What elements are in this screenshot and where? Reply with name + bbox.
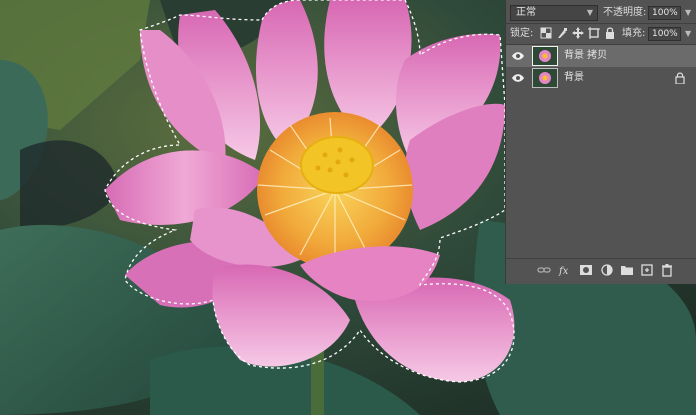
blend-opacity-row: 正常 ▼ 不透明度: 100% ▼ (506, 4, 696, 22)
layer-mask-icon[interactable] (579, 263, 593, 277)
layer-name: 背景 拷贝 (564, 50, 608, 61)
visibility-eye-icon[interactable] (512, 73, 524, 83)
fill-label: 填充: (622, 28, 646, 39)
layer-thumbnail (532, 46, 558, 66)
opacity-label: 不透明度: (603, 7, 647, 18)
lock-position-icon[interactable] (572, 27, 584, 39)
layer-lock-icon[interactable] (675, 72, 685, 84)
blend-mode-dropdown[interactable]: 正常 ▼ (510, 5, 598, 21)
opacity-input[interactable]: 100% (648, 6, 681, 20)
layers-panel-footer: fx (506, 258, 696, 281)
fill-dropdown-icon[interactable]: ▼ (685, 25, 691, 43)
layers-panel: 正常 ▼ 不透明度: 100% ▼ 锁定: 填充: 100% ▼ 背景 拷贝 背… (505, 0, 696, 284)
seed-pod (300, 136, 374, 194)
layer-row-background[interactable]: 背景 (506, 67, 696, 89)
divider (506, 23, 696, 24)
lock-transparent-pixels-icon[interactable] (540, 27, 552, 39)
adjustment-layer-icon[interactable] (600, 263, 614, 277)
new-group-icon[interactable] (620, 263, 634, 277)
layer-name: 背景 (564, 72, 584, 83)
lock-image-pixels-icon[interactable] (556, 27, 568, 39)
opacity-dropdown-icon[interactable]: ▼ (685, 4, 691, 22)
layer-thumbnail (532, 68, 558, 88)
svg-text:fx: fx (558, 266, 569, 277)
link-layers-icon[interactable] (537, 263, 551, 277)
new-layer-icon[interactable] (640, 263, 654, 277)
delete-layer-icon[interactable] (660, 263, 674, 277)
chevron-down-icon: ▼ (586, 8, 593, 17)
fx-icon[interactable]: fx (558, 263, 572, 277)
visibility-eye-icon[interactable] (512, 51, 524, 61)
fill-input[interactable]: 100% (648, 27, 681, 41)
lock-all-icon[interactable] (604, 27, 616, 39)
lock-fill-row: 锁定: 填充: 100% ▼ (506, 25, 696, 43)
blend-mode-value: 正常 (516, 7, 536, 18)
lock-label: 锁定: (510, 28, 534, 39)
lock-artboard-icon[interactable] (588, 27, 600, 39)
layer-row-background-copy[interactable]: 背景 拷贝 (506, 45, 696, 67)
